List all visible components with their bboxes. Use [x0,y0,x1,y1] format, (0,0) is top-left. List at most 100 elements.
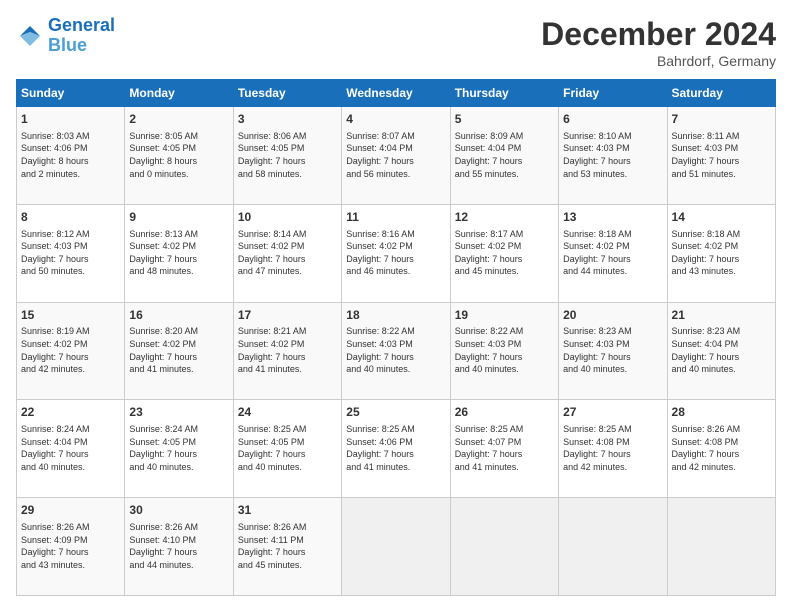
calendar-cell: 13Sunrise: 8:18 AMSunset: 4:02 PMDayligh… [559,204,667,302]
day-info: Sunset: 4:04 PM [672,338,771,351]
calendar-cell: 4Sunrise: 8:07 AMSunset: 4:04 PMDaylight… [342,107,450,205]
day-info: Sunset: 4:03 PM [455,338,554,351]
day-info: and 40 minutes. [129,461,228,474]
day-info: Daylight: 7 hours [672,253,771,266]
calendar-cell [667,498,775,596]
calendar-cell: 22Sunrise: 8:24 AMSunset: 4:04 PMDayligh… [17,400,125,498]
calendar: SundayMondayTuesdayWednesdayThursdayFrid… [16,79,776,596]
day-info: Sunrise: 8:09 AM [455,130,554,143]
day-number: 15 [21,307,120,324]
day-info: Sunset: 4:02 PM [21,338,120,351]
calendar-cell: 8Sunrise: 8:12 AMSunset: 4:03 PMDaylight… [17,204,125,302]
day-number: 23 [129,404,228,421]
calendar-cell: 25Sunrise: 8:25 AMSunset: 4:06 PMDayligh… [342,400,450,498]
day-number: 12 [455,209,554,226]
day-info: Sunrise: 8:16 AM [346,228,445,241]
calendar-cell: 21Sunrise: 8:23 AMSunset: 4:04 PMDayligh… [667,302,775,400]
day-info: Sunrise: 8:19 AM [21,325,120,338]
calendar-cell: 3Sunrise: 8:06 AMSunset: 4:05 PMDaylight… [233,107,341,205]
day-info: Sunset: 4:03 PM [21,240,120,253]
day-info: Sunset: 4:04 PM [21,436,120,449]
day-info: Daylight: 7 hours [346,155,445,168]
day-info: Sunset: 4:02 PM [672,240,771,253]
calendar-week-3: 15Sunrise: 8:19 AMSunset: 4:02 PM Dayligh… [17,302,776,400]
day-number: 30 [129,502,228,519]
day-info: Sunset: 4:05 PM [238,436,337,449]
day-info: Sunrise: 8:23 AM [563,325,662,338]
day-info: Sunrise: 8:10 AM [563,130,662,143]
day-info: Daylight: 7 hours [455,155,554,168]
day-info: Sunrise: 8:11 AM [672,130,771,143]
calendar-cell: 2Sunrise: 8:05 AMSunset: 4:05 PMDaylight… [125,107,233,205]
calendar-week-1: 1Sunrise: 8:03 AMSunset: 4:06 PMDaylight… [17,107,776,205]
day-info: Daylight: 8 hours [129,155,228,168]
day-info: Sunset: 4:03 PM [563,338,662,351]
calendar-cell: 18Sunrise: 8:22 AMSunset: 4:03 PMDayligh… [342,302,450,400]
day-info: Daylight: 7 hours [346,351,445,364]
calendar-cell: 29Sunrise: 8:26 AMSunset: 4:09 PMDayligh… [17,498,125,596]
calendar-cell: 14Sunrise: 8:18 AMSunset: 4:02 PMDayligh… [667,204,775,302]
day-header-thursday: Thursday [450,80,558,107]
day-info: Sunrise: 8:26 AM [238,521,337,534]
day-number: 27 [563,404,662,421]
calendar-cell: 16Sunrise: 8:20 AMSunset: 4:02 PMDayligh… [125,302,233,400]
day-info: and 50 minutes. [21,265,120,278]
calendar-cell: 23Sunrise: 8:24 AMSunset: 4:05 PMDayligh… [125,400,233,498]
calendar-cell: 17Sunrise: 8:21 AMSunset: 4:02 PMDayligh… [233,302,341,400]
day-number: 19 [455,307,554,324]
day-info: Sunset: 4:08 PM [672,436,771,449]
day-info: Daylight: 7 hours [238,253,337,266]
day-info: Sunset: 4:03 PM [346,338,445,351]
day-info: Sunrise: 8:06 AM [238,130,337,143]
calendar-header-row: SundayMondayTuesdayWednesdayThursdayFrid… [17,80,776,107]
day-info: and 44 minutes. [563,265,662,278]
logo-icon [16,22,44,50]
day-info: and 41 minutes. [455,461,554,474]
day-number: 5 [455,111,554,128]
day-info: Sunrise: 8:25 AM [563,423,662,436]
day-header-sunday: Sunday [17,80,125,107]
day-number: 20 [563,307,662,324]
day-number: 31 [238,502,337,519]
calendar-cell: 19Sunrise: 8:22 AMSunset: 4:03 PMDayligh… [450,302,558,400]
day-number: 7 [672,111,771,128]
day-info: Daylight: 7 hours [346,448,445,461]
day-info: Sunrise: 8:20 AM [129,325,228,338]
day-info: and 40 minutes. [455,363,554,376]
day-info: Sunset: 4:09 PM [21,534,120,547]
day-number: 22 [21,404,120,421]
calendar-cell: 20Sunrise: 8:23 AMSunset: 4:03 PMDayligh… [559,302,667,400]
day-info: Daylight: 7 hours [672,155,771,168]
day-info: Daylight: 7 hours [21,448,120,461]
day-info: Sunrise: 8:12 AM [21,228,120,241]
day-info: and 40 minutes. [346,363,445,376]
day-info: Sunset: 4:02 PM [563,240,662,253]
day-info: Sunrise: 8:25 AM [455,423,554,436]
day-info: Sunset: 4:11 PM [238,534,337,547]
day-info: and 44 minutes. [129,559,228,572]
day-number: 11 [346,209,445,226]
calendar-cell: 15Sunrise: 8:19 AMSunset: 4:02 PMDayligh… [17,302,125,400]
day-info: Daylight: 7 hours [238,155,337,168]
calendar-cell: 26Sunrise: 8:25 AMSunset: 4:07 PMDayligh… [450,400,558,498]
day-info: Sunset: 4:07 PM [455,436,554,449]
day-info: Sunrise: 8:18 AM [563,228,662,241]
calendar-cell: 5 Sunrise: 8:09 AMSunset: 4:04 PMDaylight… [450,107,558,205]
day-number: 18 [346,307,445,324]
day-info: Sunset: 4:02 PM [346,240,445,253]
month-title: December 2024 [541,16,776,53]
day-number: 6 [563,111,662,128]
day-info: and 56 minutes. [346,168,445,181]
calendar-cell: 28Sunrise: 8:26 AMSunset: 4:08 PMDayligh… [667,400,775,498]
day-info: Sunset: 4:04 PM [455,142,554,155]
day-info: Sunset: 4:06 PM [21,142,120,155]
day-info: and 42 minutes. [563,461,662,474]
calendar-cell [450,498,558,596]
day-number: 3 [238,111,337,128]
day-info: Daylight: 7 hours [455,351,554,364]
calendar-cell: 1Sunrise: 8:03 AMSunset: 4:06 PMDaylight… [17,107,125,205]
day-info: and 40 minutes. [21,461,120,474]
day-info: and 41 minutes. [346,461,445,474]
day-info: Sunrise: 8:03 AM [21,130,120,143]
day-info: and 40 minutes. [672,363,771,376]
